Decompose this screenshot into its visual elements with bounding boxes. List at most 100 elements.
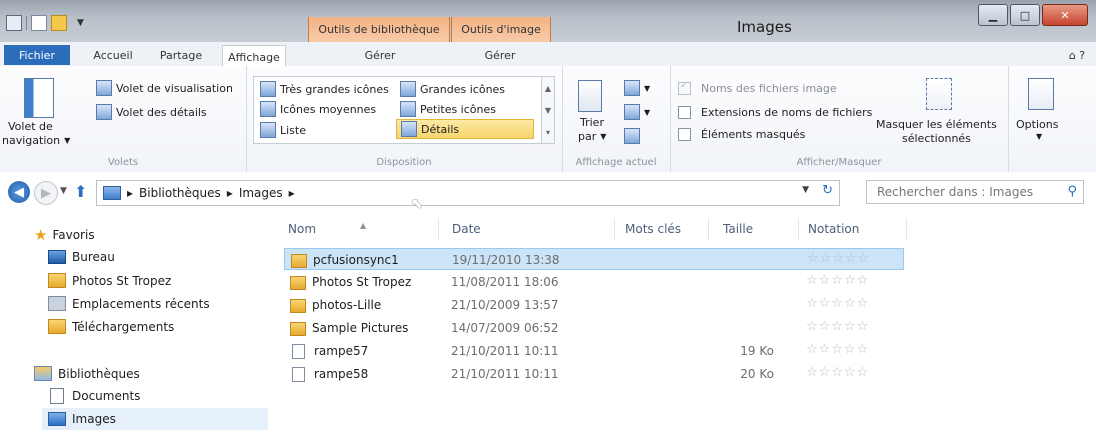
- nav-documents[interactable]: Documents: [48, 388, 140, 404]
- search-input[interactable]: Rechercher dans : Images ⚲: [866, 180, 1084, 204]
- customize-dropdown-icon[interactable]: ▼: [77, 18, 84, 28]
- column-header-name[interactable]: Nom ▲: [288, 221, 366, 236]
- breadcrumb-libraries[interactable]: Bibliothèques: [139, 186, 221, 200]
- forward-button[interactable]: ▶: [34, 181, 58, 205]
- navigation-pane-label-1: Volet de: [8, 120, 53, 133]
- navigation-pane-icon[interactable]: [24, 78, 54, 118]
- options-icon[interactable]: [1028, 78, 1054, 110]
- layout-large-icons[interactable]: Grandes icônes: [400, 81, 505, 97]
- breadcrumb-images[interactable]: Images: [239, 186, 283, 200]
- column-header-size[interactable]: Taille: [723, 222, 753, 236]
- group-by-button[interactable]: ▼: [624, 80, 650, 96]
- preview-pane-button[interactable]: Volet de visualisation: [96, 80, 233, 96]
- preview-pane-icon: [96, 80, 112, 96]
- rating-stars[interactable]: ☆☆☆☆☆: [806, 342, 869, 357]
- extensions-checkbox[interactable]: Extensions de noms de fichiers: [678, 106, 872, 119]
- minimize-button[interactable]: ▁: [978, 4, 1008, 26]
- nav-downloads[interactable]: Téléchargements: [48, 319, 174, 334]
- tab-home[interactable]: Accueil: [84, 45, 142, 66]
- rating-stars[interactable]: ☆☆☆☆☆: [807, 251, 870, 266]
- rating-stars[interactable]: ☆☆☆☆☆: [806, 365, 869, 380]
- refresh-icon[interactable]: ↻: [822, 183, 833, 198]
- recent-locations-dropdown[interactable]: ▼: [60, 186, 67, 196]
- layout-label: Grandes icônes: [420, 82, 506, 96]
- layout-list[interactable]: Liste: [260, 122, 306, 138]
- file-name-cell: Sample Pictures: [290, 321, 408, 336]
- layout-extra-large-icons[interactable]: Très grandes icônes: [260, 81, 389, 97]
- table-row[interactable]: photos-Lille 21/10/2009 13:57 ☆☆☆☆☆: [284, 294, 904, 316]
- up-arrow-icon[interactable]: ⬆: [74, 182, 87, 201]
- table-row[interactable]: pcfusionsync1 19/11/2010 13:38 ☆☆☆☆☆: [284, 248, 904, 270]
- column-divider[interactable]: [708, 218, 709, 240]
- tab-manage-library[interactable]: Gérer: [330, 45, 430, 66]
- rating-stars[interactable]: ☆☆☆☆☆: [806, 319, 869, 334]
- hide-selected-button-line2[interactable]: sélectionnés: [902, 132, 971, 145]
- hidden-items-checkbox[interactable]: Éléments masqués: [678, 128, 805, 141]
- gallery-scroll[interactable]: ▲ ▼ ▾: [541, 77, 554, 143]
- extensions-label: Extensions de noms de fichiers: [701, 106, 873, 119]
- column-header-date[interactable]: Date: [452, 222, 481, 236]
- layout-label: Très grandes icônes: [280, 82, 389, 96]
- table-row[interactable]: Photos St Tropez 11/08/2011 18:06 ☆☆☆☆☆: [284, 271, 904, 293]
- tab-manage-image[interactable]: Gérer: [452, 45, 548, 66]
- new-folder-icon[interactable]: [51, 15, 67, 31]
- nav-desktop[interactable]: Bureau: [48, 250, 115, 264]
- navigation-pane-button[interactable]: Volet de: [8, 120, 53, 133]
- tab-view[interactable]: Affichage: [222, 45, 286, 68]
- table-row[interactable]: rampe57 21/10/2011 10:11 19 Ko ☆☆☆☆☆: [284, 340, 904, 362]
- add-columns-button[interactable]: ▼: [624, 104, 650, 120]
- nav-favorites[interactable]: ★ Favoris: [34, 226, 95, 244]
- layout-label: Liste: [280, 123, 306, 137]
- rating-stars[interactable]: ☆☆☆☆☆: [806, 273, 869, 288]
- window-icon[interactable]: [6, 15, 22, 31]
- details-pane-button[interactable]: Volet des détails: [96, 104, 207, 120]
- layout-small-icons[interactable]: Petites icônes: [400, 101, 496, 117]
- properties-icon[interactable]: [31, 15, 47, 31]
- tab-file[interactable]: Fichier: [4, 45, 70, 65]
- breadcrumb-separator-icon[interactable]: ▸: [289, 186, 295, 200]
- scroll-down-icon[interactable]: ▼: [545, 106, 551, 115]
- column-header-tags[interactable]: Mots clés: [625, 222, 681, 236]
- file-name-cell: rampe57: [292, 344, 368, 359]
- close-button[interactable]: ✕: [1042, 4, 1088, 26]
- hide-selected-icon[interactable]: [926, 78, 952, 110]
- rating-stars[interactable]: ☆☆☆☆☆: [806, 296, 869, 311]
- address-bar[interactable]: ▸ Bibliothèques ▸ Images ▸ ▼ ↻: [96, 180, 840, 206]
- nav-images[interactable]: Images: [42, 408, 268, 430]
- layout-details[interactable]: Détails: [396, 119, 534, 139]
- size-columns-button[interactable]: [624, 128, 640, 144]
- sort-by-icon[interactable]: [578, 80, 602, 112]
- item-names-checkbox[interactable]: Noms des fichiers image: [678, 80, 837, 95]
- breadcrumb-separator-icon[interactable]: ▸: [227, 186, 233, 200]
- navigation-pane-button-line2[interactable]: navigation ▼: [2, 134, 70, 147]
- table-row[interactable]: Sample Pictures 14/07/2009 06:52 ☆☆☆☆☆: [284, 317, 904, 339]
- nav-libraries[interactable]: Bibliothèques: [34, 366, 140, 381]
- address-dropdown-icon[interactable]: ▼: [802, 185, 809, 195]
- navigation-pane-label-2: navigation: [2, 134, 61, 147]
- chevron-down-icon[interactable]: ▼: [1036, 132, 1042, 141]
- maximize-button[interactable]: □: [1010, 4, 1040, 26]
- scroll-up-icon[interactable]: ▲: [545, 84, 551, 93]
- column-divider[interactable]: [906, 218, 907, 240]
- layout-medium-icons[interactable]: Icônes moyennes: [260, 101, 376, 117]
- nav-recent-places[interactable]: Emplacements récents: [48, 296, 210, 311]
- column-divider[interactable]: [614, 218, 615, 240]
- back-button[interactable]: ◀: [8, 181, 30, 203]
- sort-by-button-line2[interactable]: par ▼: [578, 130, 606, 143]
- title-bar: ▼ Outils de bibliothèque Outils d'image …: [0, 0, 1096, 42]
- column-divider[interactable]: [438, 218, 439, 240]
- help-icon[interactable]: ⌂ ?: [1062, 45, 1092, 66]
- options-button[interactable]: Options: [1016, 118, 1058, 131]
- column-header-rating[interactable]: Notation: [808, 222, 859, 236]
- breadcrumb-separator-icon[interactable]: ▸: [127, 186, 133, 200]
- checkbox-icon: [678, 106, 691, 119]
- sort-by-button[interactable]: Trier: [580, 116, 604, 129]
- nav-photos-st-tropez[interactable]: Photos St Tropez: [48, 273, 171, 288]
- column-divider[interactable]: [798, 218, 799, 240]
- table-row[interactable]: rampe58 21/10/2011 10:11 20 Ko ☆☆☆☆☆: [284, 363, 904, 385]
- hide-selected-button[interactable]: Masquer les éléments: [876, 118, 997, 131]
- extra-large-icons-icon: [260, 81, 276, 97]
- search-icon[interactable]: ⚲: [1067, 184, 1077, 199]
- gallery-more-icon[interactable]: ▾: [546, 128, 550, 137]
- tab-share[interactable]: Partage: [152, 45, 210, 66]
